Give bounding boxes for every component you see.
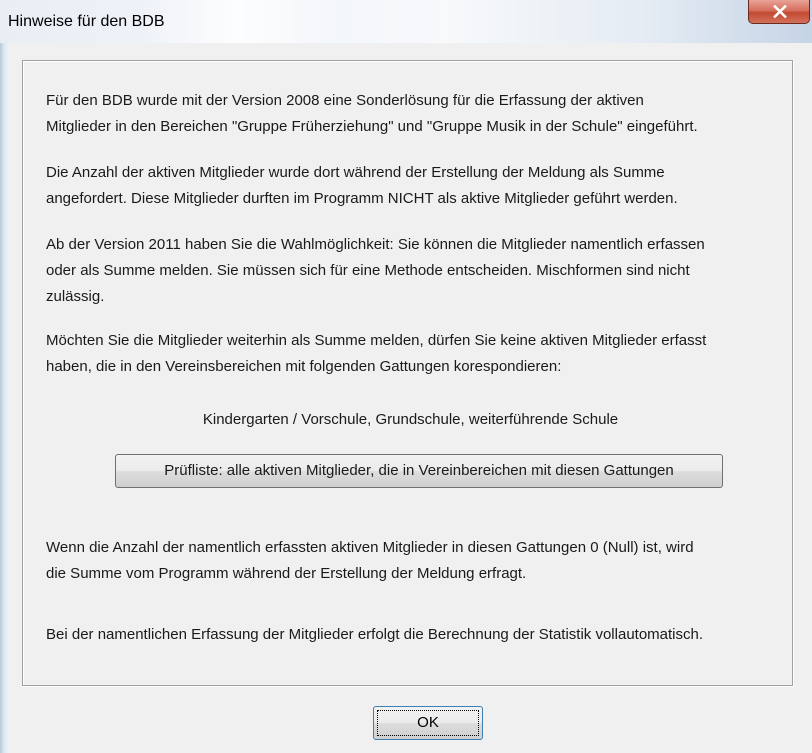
title-bar[interactable]: Hinweise für den BDB (0, 0, 812, 43)
text-line: Für den BDB wurde mit der Version 2008 e… (46, 92, 644, 109)
text-line: haben, die in den Vereinsbereichen mit f… (46, 358, 562, 375)
window-title: Hinweise für den BDB (8, 13, 165, 30)
paragraph-sum-requested: Die Anzahl der aktiven Mitglieder wurde … (46, 160, 678, 212)
check-list-button[interactable]: Prüfliste: alle aktiven Mitglieder, die … (115, 454, 723, 488)
text-line: Möchten Sie die Mitglieder weiterhin als… (46, 332, 707, 349)
text-line: oder als Summe melden. Sie müssen sich f… (46, 262, 690, 279)
window-frame-left (0, 43, 9, 753)
text-line: Die Anzahl der aktiven Mitglieder wurde … (46, 164, 665, 181)
text-line: Bei der namentlichen Erfassung der Mitgl… (46, 626, 704, 643)
paragraph-report-as-sum: Möchten Sie die Mitglieder weiterhin als… (46, 328, 706, 380)
text-line: zulässig. (46, 288, 105, 305)
close-button[interactable] (748, 0, 810, 24)
paragraph-automatic-statistics: Bei der namentlichen Erfassung der Mitgl… (46, 622, 703, 648)
dialog-client-area: Für den BDB wurde mit der Version 2008 e… (9, 43, 812, 753)
ok-button[interactable]: OK (373, 706, 483, 740)
text-line: Mitglieder in den Bereichen "Gruppe Früh… (46, 118, 698, 135)
title-bar-glare (140, 0, 340, 43)
paragraph-zero-count: Wenn die Anzahl der namentlich erfassten… (46, 535, 694, 587)
text-line: angefordert. Diese Mitglieder durften im… (46, 190, 678, 207)
text-line: Ab der Version 2011 haben Sie die Wahlmö… (46, 236, 705, 253)
categories-line: Kindergarten / Vorschule, Grundschule, w… (202, 411, 619, 428)
paragraph-version-2011: Ab der Version 2011 haben Sie die Wahlmö… (46, 232, 705, 310)
paragraph-version-2008: Für den BDB wurde mit der Version 2008 e… (46, 88, 698, 140)
dialog-window: Hinweise für den BDB Für den BDB wurde m… (0, 0, 812, 753)
text-line: die Summe vom Programm während der Erste… (46, 565, 527, 582)
text-line: Wenn die Anzahl der namentlich erfassten… (46, 539, 694, 556)
close-icon (773, 5, 787, 18)
ok-button-label: OK (377, 710, 479, 736)
